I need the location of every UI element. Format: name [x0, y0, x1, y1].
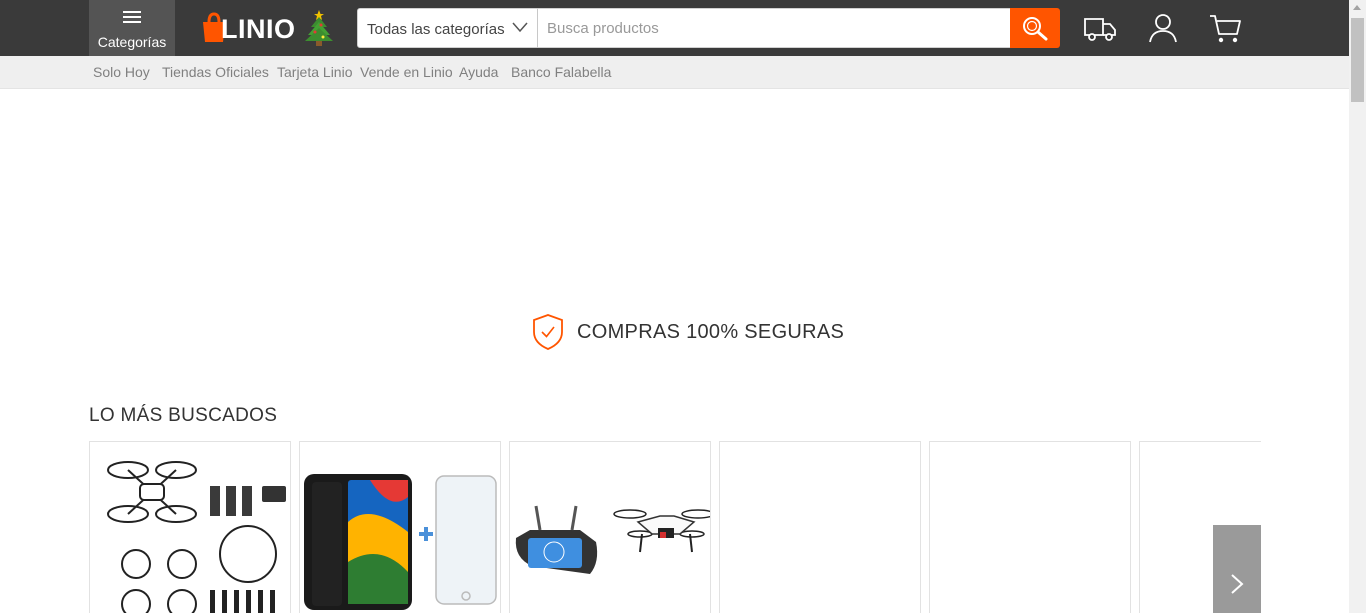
secure-banner-text: COMPRAS 100% SEGURAS	[577, 321, 845, 343]
subnav-solo-hoy[interactable]: Solo Hoy	[93, 64, 150, 80]
subnav-tarjeta-linio[interactable]: Tarjeta Linio	[277, 64, 353, 80]
smartphone-with-screen-protector-image	[304, 474, 497, 610]
categories-menu-button[interactable]: Categorías	[89, 0, 175, 56]
logo-text: LINIO	[221, 14, 296, 44]
products-carousel	[89, 441, 1261, 613]
category-select[interactable]: Todas las categorías	[357, 8, 538, 48]
cart-icon[interactable]	[1207, 10, 1243, 46]
subnav-ayuda[interactable]: Ayuda	[459, 64, 498, 80]
chevron-down-icon	[512, 22, 528, 33]
linio-logo[interactable]: LINIO	[199, 10, 295, 44]
category-select-value: Todas las categorías	[367, 21, 505, 38]
drone-with-remote-image	[515, 505, 710, 574]
product-card[interactable]	[929, 441, 1131, 613]
subnav-tiendas-oficiales[interactable]: Tiendas Oficiales	[162, 64, 269, 80]
page-scrollbar[interactable]	[1349, 0, 1366, 613]
categories-label: Categorías	[97, 34, 167, 50]
subnav-banco-falabella[interactable]: Banco Falabella	[511, 64, 611, 80]
product-card[interactable]	[719, 441, 921, 613]
scroll-up-arrow-icon[interactable]	[1353, 5, 1361, 10]
product-card[interactable]	[89, 441, 291, 613]
search-field[interactable]	[537, 8, 1011, 48]
user-icon[interactable]	[1145, 10, 1181, 46]
drone-kit-image	[107, 461, 286, 613]
secondary-nav: Solo Hoy Tiendas Oficiales Tarjeta Linio…	[0, 56, 1349, 89]
chevron-right-icon	[1231, 574, 1244, 594]
christmas-tree-icon	[305, 10, 333, 46]
top-header: Categorías LINIO Todas las categorías	[0, 0, 1349, 56]
subnav-vende-en-linio[interactable]: Vende en Linio	[360, 64, 453, 80]
scrollbar-thumb[interactable]	[1351, 18, 1364, 102]
shield-check-icon	[533, 314, 563, 350]
hamburger-icon	[123, 11, 141, 23]
section-title-most-searched: LO MÁS BUSCADOS	[89, 405, 278, 426]
magnifier-icon	[1023, 17, 1048, 41]
truck-icon[interactable]	[1082, 10, 1118, 46]
search-button[interactable]	[1010, 8, 1060, 48]
carousel-next-button[interactable]	[1213, 525, 1261, 613]
product-card[interactable]	[509, 441, 711, 613]
search-input[interactable]	[538, 9, 1010, 47]
product-card[interactable]	[299, 441, 501, 613]
